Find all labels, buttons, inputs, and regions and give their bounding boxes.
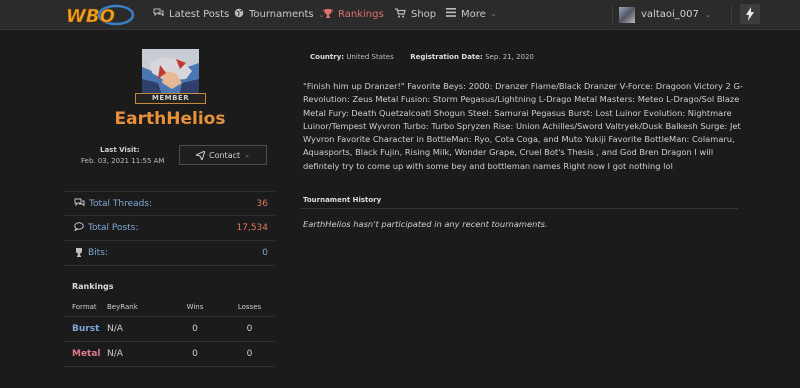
bars-icon bbox=[446, 8, 456, 20]
member-badge: MEMBER bbox=[135, 93, 206, 104]
chevron-down-icon: ⌄ bbox=[244, 151, 250, 159]
table-row: Metal N/A 0 0 bbox=[64, 342, 276, 367]
nav-latest-posts[interactable]: Latest Posts bbox=[153, 8, 229, 21]
rankings-header-row: Format BeyRank Wins Losses bbox=[64, 297, 276, 317]
nav-more-label: More bbox=[461, 8, 486, 20]
column-header: Wins bbox=[186, 302, 204, 311]
chevron-down-icon: ⌄ bbox=[490, 10, 497, 18]
tournament-history-empty: EarthHelios hasn't participated in any r… bbox=[303, 219, 548, 229]
ranking-wins: 0 bbox=[192, 349, 198, 359]
nav-tournaments-label: Tournaments bbox=[249, 9, 314, 20]
stat-bits: Bits: 0 bbox=[64, 241, 276, 266]
country-label: Country: bbox=[310, 53, 345, 61]
nav-tournaments[interactable]: Tournaments ⌄ bbox=[234, 8, 325, 21]
notifications-button[interactable] bbox=[740, 4, 760, 24]
stat-label: Total Threads: bbox=[89, 198, 153, 209]
stat-value: 0 bbox=[262, 248, 268, 258]
country-value: United States bbox=[346, 53, 394, 61]
rankings-title: Rankings bbox=[72, 282, 114, 291]
user-menu[interactable]: valtaoi_007 ⌄ bbox=[612, 3, 732, 26]
paper-plane-icon bbox=[196, 150, 205, 160]
ranking-format-link[interactable]: Burst bbox=[64, 324, 99, 334]
registration-value: Sep. 21, 2020 bbox=[485, 53, 534, 61]
contact-button-label: Contact bbox=[209, 150, 241, 160]
tournament-history-title: Tournament History bbox=[303, 196, 382, 204]
nav-shop[interactable]: Shop bbox=[395, 8, 436, 21]
globe-icon bbox=[234, 8, 244, 21]
divider bbox=[300, 208, 738, 209]
ranking-losses: 0 bbox=[246, 324, 253, 334]
profile-bio: "Finish him up Dranzer!" Favorite Beys: … bbox=[303, 81, 743, 171]
trophy-icon bbox=[323, 8, 333, 21]
stat-label: Total Posts: bbox=[88, 223, 139, 233]
user-avatar bbox=[619, 6, 635, 23]
top-nav-bar: WBO Latest Posts Tournaments ⌄ Rankings … bbox=[0, 0, 800, 30]
profile-username: EarthHelios bbox=[114, 109, 226, 129]
nav-more[interactable]: More ⌄ bbox=[446, 8, 497, 20]
last-visit-value: Feb. 03, 2021 11:55 AM bbox=[81, 157, 165, 165]
stat-value: 36 bbox=[256, 198, 268, 209]
profile-info-line: Country: United States Registration Date… bbox=[310, 53, 534, 61]
ranking-beyrank: N/A bbox=[107, 324, 123, 334]
site-logo[interactable]: WBO bbox=[64, 3, 136, 27]
nav-rankings-label: Rankings bbox=[338, 9, 384, 20]
user-name: valtaoi_007 bbox=[641, 9, 699, 20]
ranking-format-link[interactable]: Metal bbox=[64, 349, 101, 359]
nav-latest-posts-label: Latest Posts bbox=[169, 9, 230, 20]
ranking-wins: 0 bbox=[192, 324, 198, 334]
column-header: BeyRank bbox=[107, 302, 138, 311]
comment-icon bbox=[73, 222, 84, 234]
column-header: Format bbox=[72, 302, 97, 311]
chevron-down-icon: ⌄ bbox=[704, 10, 711, 19]
comments-icon bbox=[74, 198, 85, 210]
profile-stats: Total Threads: 36 Total Posts: 17,534 Bi… bbox=[64, 191, 276, 266]
ranking-beyrank: N/A bbox=[107, 349, 123, 359]
nav-rankings[interactable]: Rankings bbox=[323, 8, 384, 21]
last-visit-label: Last Visit: bbox=[100, 146, 140, 154]
rankings-table: Format BeyRank Wins Losses Burst N/A 0 0… bbox=[64, 297, 276, 367]
bolt-icon bbox=[746, 7, 754, 21]
column-header: Losses bbox=[237, 302, 262, 311]
cart-icon bbox=[395, 8, 406, 21]
table-row: Burst N/A 0 0 bbox=[64, 317, 276, 342]
logo-text: WBO bbox=[66, 6, 115, 27]
stat-value: 17,534 bbox=[236, 223, 269, 233]
contact-button[interactable]: Contact ⌄ bbox=[179, 145, 267, 165]
stat-label: Bits: bbox=[88, 248, 108, 258]
stat-total-threads: Total Threads: 36 bbox=[64, 191, 276, 216]
nav-shop-label: Shop bbox=[411, 9, 437, 20]
comments-icon bbox=[153, 8, 164, 21]
stat-total-posts: Total Posts: 17,534 bbox=[64, 216, 276, 241]
ranking-losses: 0 bbox=[246, 349, 253, 359]
trophy-icon bbox=[74, 247, 84, 260]
registration-label: Registration Date: bbox=[410, 53, 483, 61]
